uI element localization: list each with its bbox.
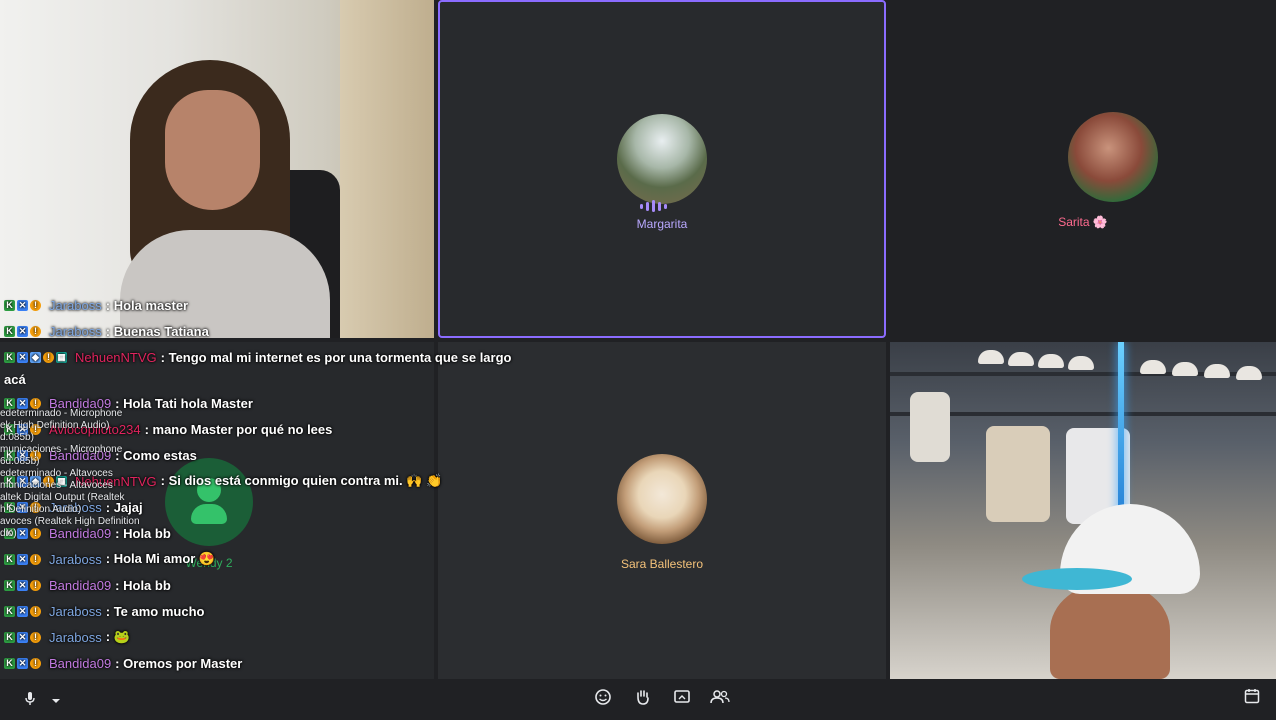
badge-icon: K xyxy=(4,397,15,409)
chat-text: : Buenas Tatiana xyxy=(105,323,209,339)
meeting-grid: Margarita Sarita 🌸 Wendy 2 Sara Balleste… xyxy=(0,0,1276,720)
badge-icon: ✕ xyxy=(17,397,28,409)
sara-avatar xyxy=(617,454,707,544)
badge-icon: K xyxy=(4,325,15,337)
emoji-icon[interactable] xyxy=(591,688,615,712)
chat-username: Jaraboss xyxy=(49,603,102,619)
chat-badges: K ✕! xyxy=(4,657,41,669)
chat-text: : Te amo mucho xyxy=(105,603,205,619)
audio-device-label: edeterminado - Altavoces xyxy=(0,468,113,479)
chat-badges: K ✕! xyxy=(4,397,41,409)
badge-icon: ✕ xyxy=(17,579,28,591)
chat-badges: K ✕! xyxy=(4,605,41,617)
chat-text: : mano Master por qué no lees xyxy=(144,421,333,437)
chat-text: : Oremos por Master xyxy=(115,655,243,671)
chat-message: K ✕! Jaraboss: Hola master xyxy=(0,292,600,318)
badge-icon: ! xyxy=(30,553,41,565)
audio-device-label: d:085b) xyxy=(0,432,34,443)
chat-text: : Si dios está conmigo quien contra mi. … xyxy=(160,473,443,488)
mic-control[interactable] xyxy=(16,688,68,712)
chat-badges: K ✕! xyxy=(4,579,41,591)
chat-username: Jaraboss xyxy=(49,551,102,567)
people-icon[interactable] xyxy=(708,688,732,712)
video-tile-streamer[interactable] xyxy=(890,342,1276,679)
background-door xyxy=(340,0,434,338)
audio-device-label: municaciones - Microphone xyxy=(0,444,123,455)
streamer-face xyxy=(1050,582,1170,679)
badge-icon: K xyxy=(4,553,15,565)
mic-icon[interactable] xyxy=(24,691,36,710)
chat-username: NehuenNTVG xyxy=(75,349,157,365)
chevron-up-icon[interactable] xyxy=(51,692,61,708)
badge-icon: ! xyxy=(30,299,41,311)
chat-badges: K ✕! xyxy=(4,631,41,643)
badge-icon: ! xyxy=(43,351,54,363)
chat-username: Jaraboss xyxy=(49,629,102,645)
chat-text-continuation: acá xyxy=(4,372,26,387)
chat-badges: K ✕! xyxy=(4,299,41,311)
badge-icon: ✕ xyxy=(17,553,28,565)
badge-icon: ◆ xyxy=(30,351,41,363)
chat-message: K ✕! Jaraboss: Hola Mi amor 😍 xyxy=(0,546,600,572)
badge-icon: ✕ xyxy=(17,325,28,337)
chat-username: Bandida09 xyxy=(49,577,112,593)
participant-name: Margarita xyxy=(636,217,688,231)
badge-icon: ! xyxy=(30,579,41,591)
chat-text: : Tengo mal mi internet es por una torme… xyxy=(160,349,512,365)
audio-device-overlay: edeterminado - Microphone ek High Definit… xyxy=(0,408,160,540)
badge-icon: ✕ xyxy=(17,631,28,643)
badge-icon: ! xyxy=(30,631,41,643)
chat-text: : Hola bb xyxy=(115,577,171,593)
chat-text: : 🐸 xyxy=(105,629,130,644)
audio-device-label: ek High Definition Audio) xyxy=(0,420,110,431)
badge-icon: K xyxy=(4,351,15,363)
chat-message: K ✕! Bandida09: Oremos por Master xyxy=(0,650,600,676)
raise-hand-icon[interactable] xyxy=(631,688,655,712)
badge-icon: ! xyxy=(30,397,41,409)
badge-icon: ▦ xyxy=(56,351,67,363)
audio-device-label: municaciones - Altavoces xyxy=(0,480,113,491)
badge-icon: ✕ xyxy=(17,351,28,363)
audio-device-label: edeterminado - Microphone xyxy=(0,408,123,419)
chat-username: Bandida09 xyxy=(49,655,112,671)
audio-device-label: altek Digital Output (Realtek xyxy=(0,492,125,503)
sarita-avatar xyxy=(1068,112,1158,202)
chat-username: Jaraboss xyxy=(49,297,102,313)
badge-icon: K xyxy=(4,579,15,591)
chat-username: Jaraboss xyxy=(49,323,102,339)
audio-device-label: avoces (Realtek High Definition xyxy=(0,516,140,527)
participant-tile-margarita[interactable]: Margarita xyxy=(438,0,886,338)
badge-icon: ! xyxy=(30,657,41,669)
chat-message: K ✕! Jaraboss: 🐸 xyxy=(0,624,600,650)
badge-icon: ✕ xyxy=(17,605,28,617)
present-icon[interactable] xyxy=(670,688,694,712)
badge-icon: K xyxy=(4,605,15,617)
badge-icon: ! xyxy=(30,325,41,337)
chat-message: K ✕! Jaraboss: Buenas Tatiana xyxy=(0,318,600,344)
chat-message: K ✕! Jaraboss: Te amo mucho xyxy=(0,598,600,624)
bottom-toolbar xyxy=(0,680,1276,720)
badge-icon: K xyxy=(4,299,15,311)
participant-name: Sarita 🌸 xyxy=(1058,215,1108,229)
badge-icon: K xyxy=(4,631,15,643)
video-tile-host[interactable] xyxy=(0,0,434,338)
margarita-avatar xyxy=(617,114,707,204)
badge-icon: K xyxy=(4,657,15,669)
badge-icon: ! xyxy=(30,605,41,617)
audio-device-label: 6d:085b) xyxy=(0,456,40,467)
audio-device-label: h Definition Audio) xyxy=(0,504,82,515)
chat-badges: K ✕! xyxy=(4,325,41,337)
chat-message: K ✕! Bandida09: Hola bb xyxy=(0,572,600,598)
calendar-icon[interactable] xyxy=(1240,688,1264,712)
chat-badges: K ✕ ◆! ▦ xyxy=(4,351,67,363)
audio-device-label: dio) xyxy=(0,528,17,539)
chat-message: K ✕ ◆! ▦ NehuenNTVG: Tengo mal mi internet e… xyxy=(0,344,600,370)
chat-badges: K ✕! xyxy=(4,553,41,565)
chat-text: : Hola master xyxy=(105,297,189,313)
speaking-indicator-icon xyxy=(640,200,667,212)
chat-text: : Hola Mi amor 😍 xyxy=(105,551,216,566)
badge-icon: ✕ xyxy=(17,657,28,669)
badge-icon: ✕ xyxy=(17,299,28,311)
participant-tile-sarita[interactable]: Sarita 🌸 xyxy=(890,0,1276,338)
